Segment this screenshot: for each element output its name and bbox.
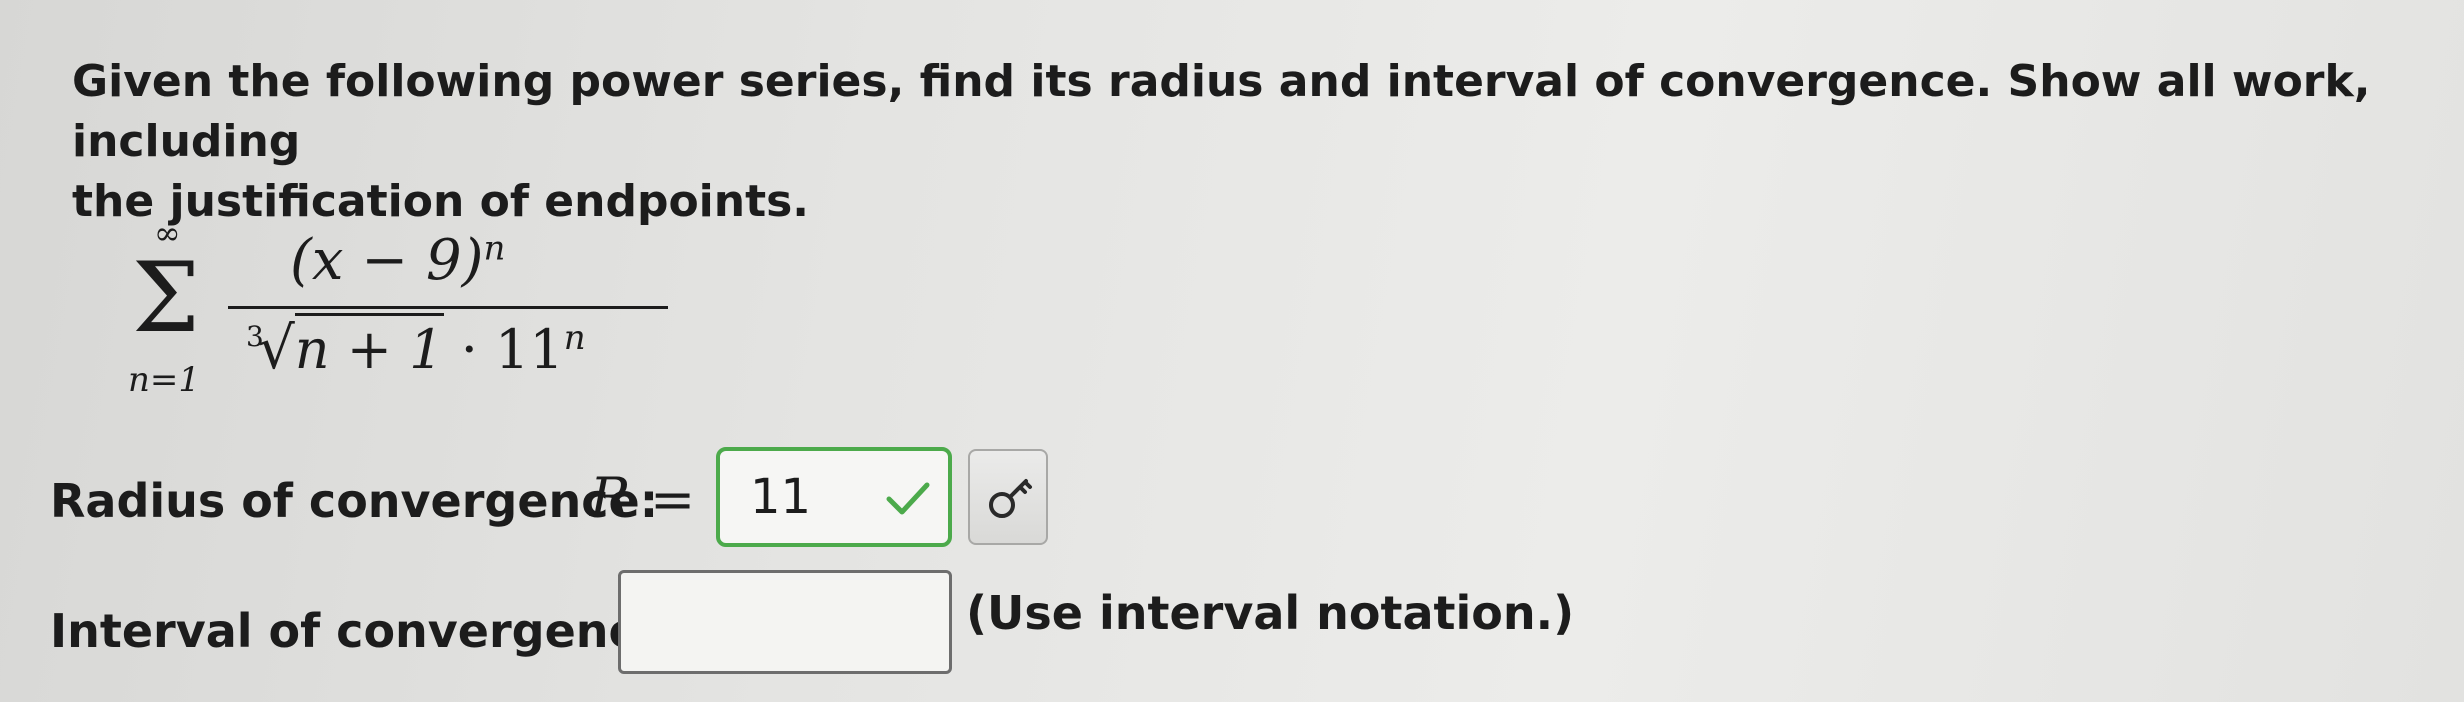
equals-sign: =: [650, 468, 696, 531]
numerator-base: (x − 9): [290, 228, 484, 293]
denominator-factor: · 11: [460, 318, 564, 381]
key-button[interactable]: [968, 449, 1048, 545]
check-icon: [886, 482, 930, 515]
power-series-formula: ∞ Σ n=1 (x − 9)n 3√n + 1 · 11n: [110, 210, 668, 410]
sum-lower-limit: n=1: [128, 360, 201, 400]
radius-answer-value: 11: [750, 469, 812, 525]
radicand: n + 1: [294, 313, 444, 381]
denominator-exponent: n: [563, 318, 586, 358]
radius-label: Radius of convergence:: [50, 474, 659, 528]
fraction-numerator: (x − 9)n: [290, 228, 505, 293]
fraction-bar: [228, 306, 668, 309]
question-prompt: Given the following power series, find i…: [72, 52, 2412, 232]
fraction-denominator: 3√n + 1 · 11n: [240, 313, 586, 382]
key-icon: [989, 479, 1032, 518]
sigma-symbol: Σ: [132, 242, 200, 354]
root-index: 3: [246, 320, 264, 353]
interval-label: Interval of convergence:: [50, 604, 686, 658]
numerator-exponent: n: [483, 228, 506, 269]
radius-symbol: R: [590, 466, 631, 529]
interval-answer-field[interactable]: [618, 570, 952, 674]
prompt-line-1: Given the following power series, find i…: [72, 56, 2371, 167]
interval-hint: (Use interval notation.): [966, 586, 1575, 640]
radius-answer-field[interactable]: 11: [716, 447, 952, 547]
